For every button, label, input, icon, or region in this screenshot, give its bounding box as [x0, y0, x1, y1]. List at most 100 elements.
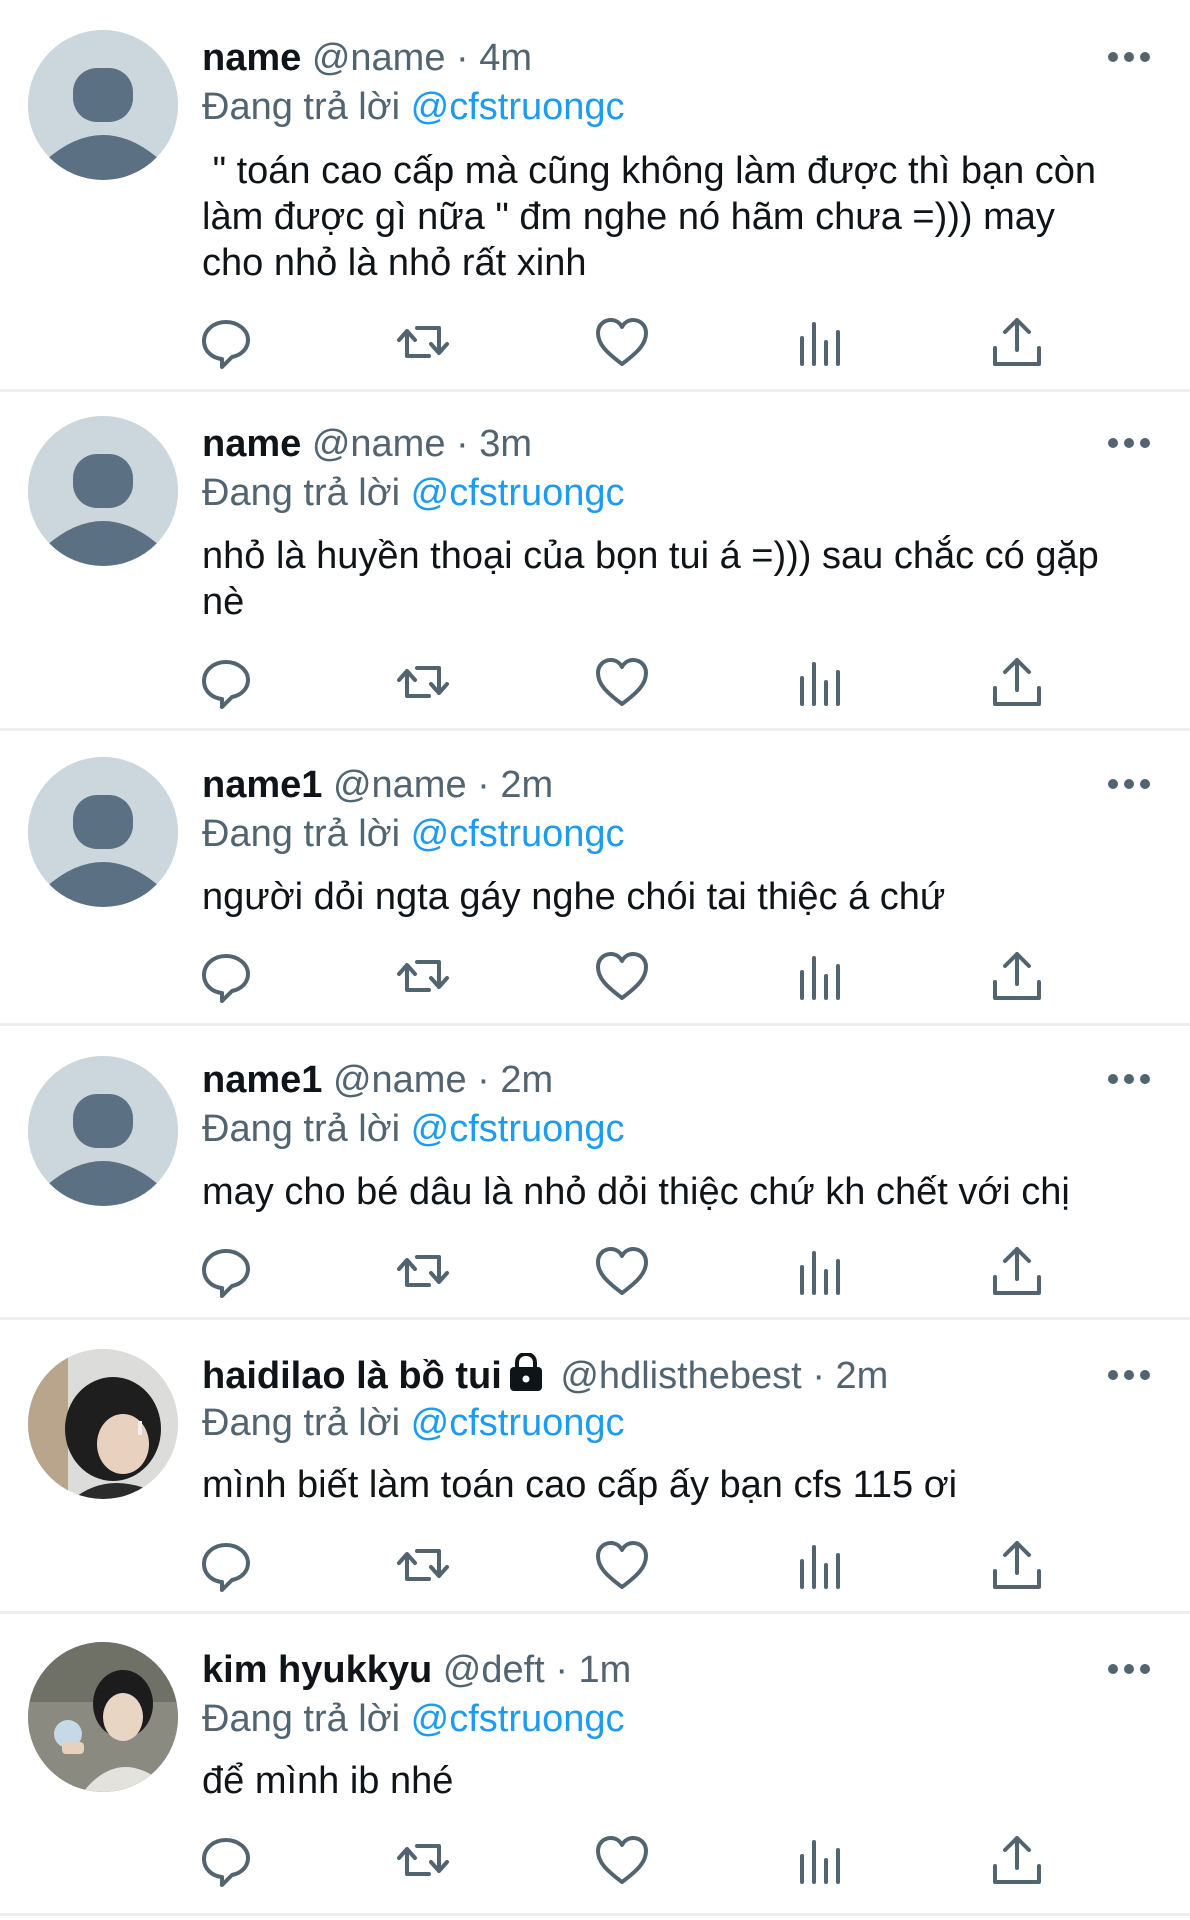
reply-icon[interactable] — [196, 652, 256, 712]
share-icon[interactable] — [987, 1830, 1047, 1890]
tweet-header: kim hyukkyu @deft · 1m — [202, 1647, 1100, 1693]
retweet-icon[interactable] — [393, 652, 453, 712]
views-icon[interactable] — [790, 946, 850, 1006]
retweet-icon[interactable] — [393, 312, 453, 372]
display-name[interactable]: kim hyukkyu — [202, 1649, 432, 1691]
heart-icon[interactable] — [592, 1535, 652, 1595]
divider — [0, 1913, 1190, 1916]
more-icon[interactable] — [1105, 1659, 1153, 1679]
tweet-text: mình biết làm toán cao cấp ấy bạn cfs 11… — [202, 1464, 958, 1506]
avatar[interactable] — [28, 1056, 178, 1206]
heart-icon[interactable] — [592, 1241, 652, 1301]
tweet[interactable]: kim hyukkyu @deft · 1m Đang trả lời @cfs… — [0, 1614, 1190, 1920]
heart-icon[interactable] — [592, 946, 652, 1006]
display-name[interactable]: name — [202, 423, 301, 465]
timestamp[interactable]: 2m — [500, 1059, 553, 1101]
display-name[interactable]: name1 — [202, 1059, 322, 1101]
display-name[interactable]: haidilao là bồ tui — [202, 1355, 502, 1397]
reply-context: Đang trả lời @cfstruongc — [202, 811, 625, 857]
more-icon[interactable] — [1105, 433, 1153, 453]
timestamp[interactable]: 4m — [479, 37, 532, 79]
timestamp[interactable]: 1m — [579, 1649, 632, 1691]
retweet-icon[interactable] — [393, 946, 453, 1006]
views-icon[interactable] — [790, 1830, 850, 1890]
heart-icon[interactable] — [592, 1830, 652, 1890]
tweet[interactable]: name @name · 4m Đang trả lời @cfstruongc… — [0, 0, 1190, 392]
separator: · — [456, 37, 469, 79]
views-icon[interactable] — [790, 1241, 850, 1301]
reply-context: Đang trả lời @cfstruongc — [202, 1400, 625, 1446]
lock-icon — [508, 1351, 544, 1402]
reply-prefix: Đang trả lời — [202, 86, 401, 128]
more-icon[interactable] — [1105, 1365, 1153, 1385]
photo-avatar-icon — [28, 1642, 178, 1792]
reply-prefix: Đang trả lời — [202, 472, 401, 514]
tweet-text: may cho bé dâu là nhỏ dỏi thiệc chứ kh c… — [202, 1171, 1070, 1213]
display-name[interactable]: name — [202, 37, 301, 79]
share-icon[interactable] — [987, 1535, 1047, 1595]
tweet-actions — [0, 652, 1190, 712]
reply-mention[interactable]: @cfstruongc — [411, 1698, 625, 1740]
tweet[interactable]: haidilao là bồ tui @hdlisthebest · 2m Đa… — [0, 1320, 1190, 1614]
separator: · — [812, 1355, 825, 1397]
tweet-header: name @name · 4m — [202, 35, 1100, 81]
timestamp[interactable]: 3m — [479, 423, 532, 465]
avatar[interactable] — [28, 416, 178, 566]
heart-icon[interactable] — [592, 312, 652, 372]
retweet-icon[interactable] — [393, 1830, 453, 1890]
handle[interactable]: @hdlisthebest — [560, 1355, 801, 1397]
views-icon[interactable] — [790, 1535, 850, 1595]
more-icon[interactable] — [1105, 1069, 1153, 1089]
reply-prefix: Đang trả lời — [202, 1402, 401, 1444]
heart-icon[interactable] — [592, 652, 652, 712]
avatar[interactable] — [28, 1642, 178, 1792]
reply-icon[interactable] — [196, 946, 256, 1006]
retweet-icon[interactable] — [393, 1535, 453, 1595]
reply-mention[interactable]: @cfstruongc — [411, 86, 625, 128]
views-icon[interactable] — [790, 312, 850, 372]
handle[interactable]: @deft — [443, 1649, 545, 1691]
reply-prefix: Đang trả lời — [202, 813, 401, 855]
handle[interactable]: @name — [333, 1059, 467, 1101]
tweet-actions — [0, 1830, 1190, 1890]
reply-prefix: Đang trả lời — [202, 1108, 401, 1150]
reply-mention[interactable]: @cfstruongc — [411, 1108, 625, 1150]
default-avatar-icon — [28, 416, 178, 566]
reply-icon[interactable] — [196, 1830, 256, 1890]
reply-icon[interactable] — [196, 312, 256, 372]
more-icon[interactable] — [1105, 774, 1153, 794]
views-icon[interactable] — [790, 652, 850, 712]
default-avatar-icon — [28, 757, 178, 907]
timestamp[interactable]: 2m — [500, 764, 553, 806]
avatar[interactable] — [28, 30, 178, 180]
more-icon[interactable] — [1105, 47, 1153, 67]
avatar[interactable] — [28, 1349, 178, 1499]
avatar[interactable] — [28, 757, 178, 907]
reply-mention[interactable]: @cfstruongc — [411, 472, 625, 514]
reply-icon[interactable] — [196, 1535, 256, 1595]
tweet-header: name @name · 3m — [202, 421, 1100, 467]
reply-prefix: Đang trả lời — [202, 1698, 401, 1740]
handle[interactable]: @name — [333, 764, 467, 806]
timestamp[interactable]: 2m — [836, 1355, 889, 1397]
reply-context: Đang trả lời @cfstruongc — [202, 470, 625, 516]
handle[interactable]: @name — [312, 37, 446, 79]
tweet-header: haidilao là bồ tui @hdlisthebest · 2m — [202, 1351, 1100, 1402]
tweet[interactable]: name @name · 3m Đang trả lời @cfstruongc… — [0, 392, 1190, 731]
reply-mention[interactable]: @cfstruongc — [411, 813, 625, 855]
reply-mention[interactable]: @cfstruongc — [411, 1402, 625, 1444]
share-icon[interactable] — [987, 312, 1047, 372]
handle[interactable]: @name — [312, 423, 446, 465]
tweet-actions — [0, 1241, 1190, 1301]
tweet[interactable]: name1 @name · 2m Đang trả lời @cfstruong… — [0, 1026, 1190, 1320]
photo-avatar-icon — [28, 1349, 178, 1499]
share-icon[interactable] — [987, 946, 1047, 1006]
reply-icon[interactable] — [196, 1241, 256, 1301]
display-name[interactable]: name1 — [202, 764, 322, 806]
share-icon[interactable] — [987, 1241, 1047, 1301]
share-icon[interactable] — [987, 652, 1047, 712]
tweet-header: name1 @name · 2m — [202, 1057, 1100, 1103]
retweet-icon[interactable] — [393, 1241, 453, 1301]
tweet[interactable]: name1 @name · 2m Đang trả lời @cfstruong… — [0, 731, 1190, 1026]
tweet-header: name1 @name · 2m — [202, 762, 1100, 808]
